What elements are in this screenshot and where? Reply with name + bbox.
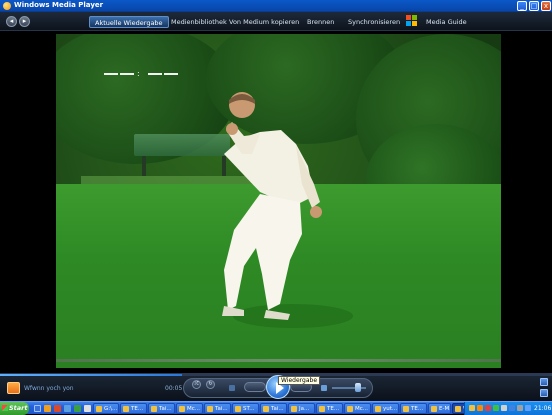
tray-icon[interactable] xyxy=(517,405,523,411)
tab-media-guide[interactable]: Media Guide xyxy=(421,16,472,28)
volume-knob[interactable] xyxy=(354,383,361,392)
window-icon xyxy=(207,406,213,412)
stop-button[interactable] xyxy=(229,385,235,391)
taskbar-window-label: E-M... xyxy=(439,406,450,412)
play-tooltip: Wiedergabe xyxy=(278,376,321,385)
taskbar-window-button[interactable]: TE... xyxy=(400,403,427,414)
taskbar-window-button[interactable]: Tai... xyxy=(148,403,175,414)
tray-icon[interactable] xyxy=(477,405,483,411)
quicklaunch-icon[interactable] xyxy=(84,405,91,412)
video-frame[interactable]: : xyxy=(56,34,501,368)
taskbar-window-label: Ja... xyxy=(299,406,310,412)
tai-chi-practitioner xyxy=(222,92,353,328)
taskbar-window-label: TE... xyxy=(327,406,340,412)
window-icon xyxy=(431,406,437,412)
tray-icon[interactable] xyxy=(501,405,507,411)
taskbar-window-label: TE... xyxy=(411,406,424,412)
taskbar-window-button[interactable]: ST... xyxy=(232,403,259,414)
video-stage: : xyxy=(0,31,552,373)
maximize-button[interactable]: □ xyxy=(529,1,539,11)
tab-now-playing[interactable]: Aktuelle Wiedergabe xyxy=(89,16,169,28)
media-player-icon xyxy=(3,2,11,10)
taskbar-window-label: yut... xyxy=(383,406,398,412)
window-icon xyxy=(263,406,269,412)
forward-button[interactable]: ▸ xyxy=(19,16,30,27)
windows-flag-icon xyxy=(2,405,8,411)
windows-logo-icon xyxy=(406,15,418,27)
elapsed-time: 00:05 xyxy=(165,385,183,392)
mute-button[interactable] xyxy=(321,385,327,391)
window-icon xyxy=(403,406,409,412)
minimize-button[interactable]: _ xyxy=(517,1,527,11)
ie-icon[interactable] xyxy=(64,405,71,412)
quicklaunch-icon[interactable] xyxy=(74,405,81,412)
taskbar-window-button[interactable]: yut... xyxy=(372,403,399,414)
taskbar-window-label: G:\... xyxy=(104,406,118,412)
window-icon xyxy=(455,406,461,412)
tray-icon[interactable] xyxy=(469,405,475,411)
taskbar-window-label: Tai... xyxy=(159,406,172,412)
taskbar-window-button[interactable]: Mc... xyxy=(176,403,203,414)
volume-slider[interactable] xyxy=(332,387,366,389)
window-icon xyxy=(96,406,102,412)
tray-icon[interactable] xyxy=(493,405,499,411)
tray-icon[interactable] xyxy=(525,405,531,411)
tab-burn[interactable]: Brennen xyxy=(302,16,339,28)
firefox-icon[interactable] xyxy=(44,405,51,412)
windows-taskbar: Start G:\... TE... Tai... Mc... Tai... ST... T… xyxy=(0,401,552,415)
title-bar: Windows Media Player _ □ x xyxy=(0,0,552,12)
previous-button[interactable] xyxy=(244,382,266,392)
taskbar-window-button[interactable]: Mc... xyxy=(344,403,371,414)
taskbar-window-label: TE... xyxy=(131,406,144,412)
clock: 21:06 xyxy=(534,405,552,412)
tab-sync[interactable]: Synchronisieren xyxy=(343,16,405,28)
video-scanline xyxy=(56,359,501,362)
taskbar-window-button[interactable]: TE... xyxy=(316,403,343,414)
now-playing-icon[interactable] xyxy=(7,382,20,394)
close-button[interactable]: x xyxy=(541,1,551,11)
fullscreen-icon[interactable] xyxy=(540,378,548,386)
media-icon[interactable] xyxy=(54,405,61,412)
taskbar-window-label: Mc... xyxy=(187,406,201,412)
start-label: Start xyxy=(9,404,28,412)
taskbar-window-button[interactable]: G:\... xyxy=(93,403,119,414)
tab-rip[interactable]: Von Medium kopieren xyxy=(224,16,304,28)
window-icon xyxy=(123,406,129,412)
navigation-bar: ◂ ▸ Aktuelle Wiedergabe Medienbibliothek… xyxy=(0,12,552,31)
back-button[interactable]: ◂ xyxy=(6,16,17,27)
transport-controls: Wfwnn yoch yon 00:05 ⤮ ↻ xyxy=(0,373,552,401)
shuffle-button[interactable]: ⤮ xyxy=(192,380,201,389)
taskbar-window-button[interactable]: TE... xyxy=(120,403,147,414)
taskbar-window-button[interactable]: Tai... xyxy=(260,403,287,414)
window-icon xyxy=(179,406,185,412)
window-icon xyxy=(235,406,241,412)
window-icon xyxy=(375,406,381,412)
taskbar-window-label: Tai... xyxy=(271,406,284,412)
taskbar-window-label: ST... xyxy=(243,406,255,412)
start-button[interactable]: Start xyxy=(0,402,29,415)
mini-player-icon[interactable] xyxy=(540,389,548,397)
tab-library[interactable]: Medienbibliothek xyxy=(166,16,232,28)
taskbar-window-label: Tai... xyxy=(215,406,228,412)
window-icon xyxy=(291,406,297,412)
taskbar-window-button[interactable]: Tai... xyxy=(204,403,231,414)
taskbar-window-label: Mc... xyxy=(355,406,369,412)
window-icon xyxy=(347,406,353,412)
window-icon xyxy=(319,406,325,412)
tray-icon[interactable] xyxy=(485,405,491,411)
window-icon xyxy=(151,406,157,412)
taskbar-window-button[interactable]: E-M... xyxy=(428,403,451,414)
desktop-icon[interactable] xyxy=(34,405,41,412)
tray-icon[interactable] xyxy=(509,405,515,411)
repeat-button[interactable]: ↻ xyxy=(206,380,215,389)
now-playing-title: Wfwnn yoch yon xyxy=(24,385,74,392)
taskbar-window-button[interactable]: Ja... xyxy=(288,403,315,414)
window-title: Windows Media Player xyxy=(14,1,104,9)
seek-progress xyxy=(0,374,183,376)
